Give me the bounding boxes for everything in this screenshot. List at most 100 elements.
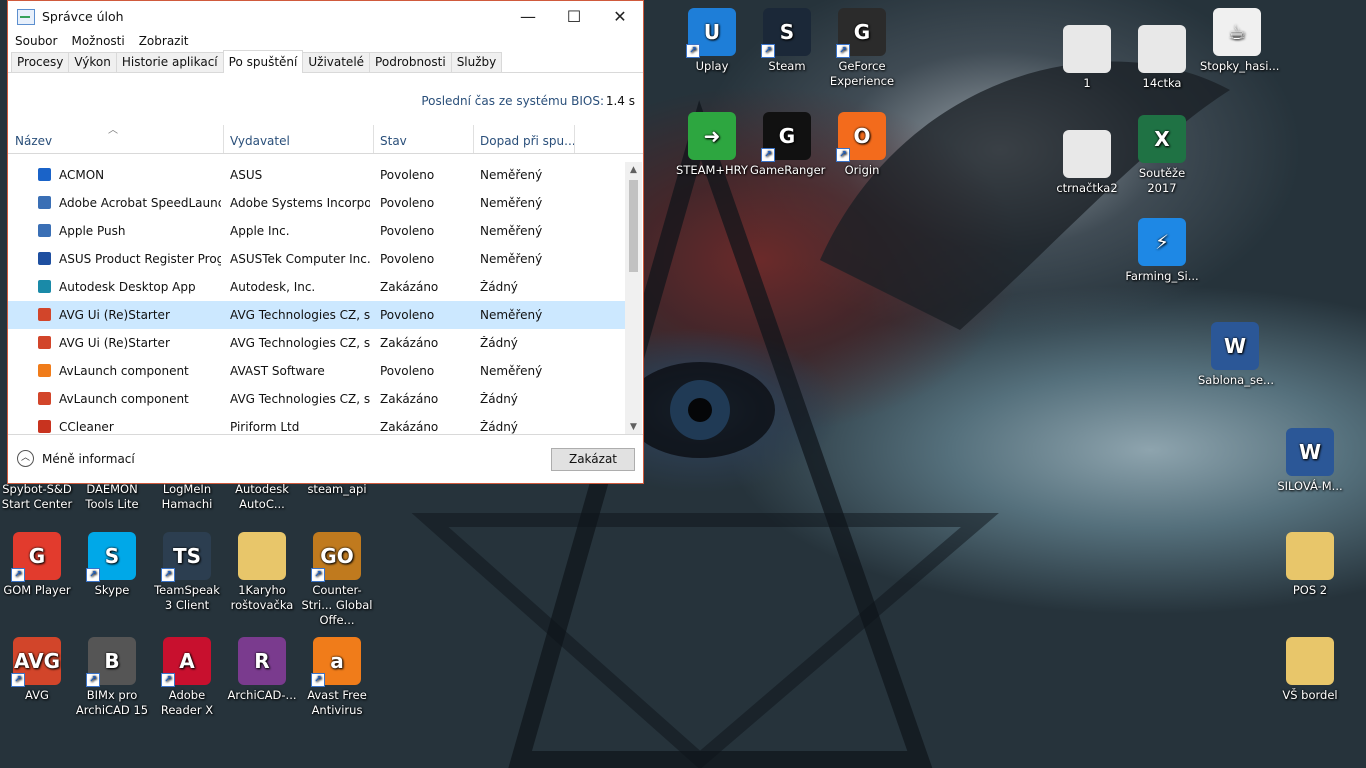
desktop-icon[interactable]: 1 [1050, 25, 1124, 91]
java-icon: ☕ [1213, 8, 1261, 56]
window-app-icon [38, 224, 51, 237]
tab-details[interactable]: Podrobnosti [369, 52, 452, 72]
desktop-icon[interactable]: G ↗ GeForce Experience [825, 8, 899, 89]
tab-performance[interactable]: Výkon [68, 52, 117, 72]
table-row[interactable]: AvLaunch component AVG Technologies CZ, s… [8, 385, 627, 413]
fewer-details-link[interactable]: ︿ Méně informací [17, 450, 135, 467]
desktop-icon-label: POS 2 [1292, 583, 1328, 597]
desktop-icon[interactable]: G ↗ GameRanger [750, 112, 826, 178]
column-divider[interactable] [473, 125, 474, 153]
scroll-down-icon[interactable]: ▼ [625, 419, 642, 435]
table-row[interactable]: ASUS Product Register Progr... ASUSTek Co… [8, 245, 627, 273]
table-row[interactable]: CCleaner Piriform Ltd Zakázáno Žádný [8, 413, 627, 435]
desktop-icon[interactable]: Autodesk AutoC... [225, 482, 299, 512]
minimize-button[interactable]: — [505, 1, 551, 32]
desktop-icon[interactable]: GO ↗ Counter-Stri... Global Offe... [300, 532, 374, 628]
desktop-icon[interactable]: W SILOVÁ-M... [1273, 428, 1347, 494]
table-row[interactable]: Apple Push Apple Inc. Povoleno Neměřený [8, 217, 627, 245]
column-divider[interactable] [223, 125, 224, 153]
desktop-icon[interactable]: Spybot-S&D Start Center [0, 482, 74, 512]
column-divider[interactable] [373, 125, 374, 153]
table-row[interactable]: AVG Ui (Re)Starter AVG Technologies CZ, s… [8, 329, 627, 357]
desktop-icon[interactable]: S ↗ Steam [750, 8, 824, 74]
table-row[interactable]: ACMON ASUS Povoleno Neměřený [8, 161, 627, 189]
bios-time-label: Poslední čas ze systému BIOS: [421, 94, 604, 108]
row-status: Zakázáno [380, 280, 439, 294]
desktop-icon[interactable]: TS ↗ TeamSpeak 3 Client [150, 532, 224, 613]
desktop-icon[interactable]: S ↗ Skype [75, 532, 149, 598]
origin-icon: O ↗ [836, 112, 886, 162]
desktop-icon[interactable]: U ↗ Uplay [675, 8, 749, 74]
menu-file[interactable]: Soubor [15, 34, 57, 48]
sort-ascending-icon: ︿ [108, 125, 118, 136]
avg-icon [38, 336, 51, 349]
shortcut-arrow-icon: ↗ [836, 148, 850, 162]
desktop-icon-label: steam_api [307, 482, 367, 496]
tab-users[interactable]: Uživatelé [302, 52, 371, 72]
row-impact: Žádný [480, 280, 518, 294]
gameranger-icon: G ↗ [761, 112, 811, 162]
tab-startup[interactable]: Po spuštění [222, 50, 304, 73]
row-publisher: AVG Technologies CZ, s.... [230, 308, 370, 322]
tab-app-history[interactable]: Historie aplikací [115, 52, 224, 72]
column-divider[interactable] [574, 125, 575, 153]
desktop-icon[interactable]: X Soutěže 2017 [1125, 115, 1199, 196]
desktop-icon[interactable]: ⚡ Farming_Si... [1125, 218, 1199, 284]
table-row[interactable]: AvLaunch component AVAST Software Povoleno… [8, 357, 627, 385]
vertical-scrollbar[interactable]: ▲ ▼ [625, 162, 642, 435]
desktop-icon[interactable]: POS 2 [1273, 532, 1347, 598]
desktop-icon[interactable]: ☕ Stopky_hasi... [1200, 8, 1279, 74]
table-row[interactable]: Autodesk Desktop App Autodesk, Inc. Zakázá… [8, 273, 627, 301]
shortcut-arrow-icon: ↗ [11, 673, 25, 687]
asus-icon [38, 252, 51, 265]
shortcut-arrow-icon: ↗ [836, 44, 850, 58]
title-bar[interactable]: Správce úloh — ☐ ✕ [8, 1, 643, 32]
desktop-icon[interactable]: R ArchiCAD-... [225, 637, 299, 703]
desktop-icon[interactable]: W Sablona_se... [1198, 322, 1274, 388]
desktop-icon-label: GameRanger [750, 163, 826, 177]
desktop-icon[interactable]: VŠ bordel [1273, 637, 1347, 703]
row-impact: Neměřený [480, 224, 543, 238]
desktop-icon-label: Spybot-S&D Start Center [1, 482, 73, 511]
desktop-icon[interactable]: LogMeIn Hamachi [150, 482, 224, 512]
tab-processes[interactable]: Procesy [11, 52, 70, 72]
desktop-icon[interactable]: a ↗ Avast Free Antivirus [300, 637, 374, 718]
row-impact: Žádný [480, 420, 518, 434]
desktop-icon-label: Autodesk AutoC... [235, 482, 289, 511]
column-publisher[interactable]: Vydavatel [230, 134, 290, 148]
row-status: Povoleno [380, 168, 435, 182]
desktop-icon-label: Skype [94, 583, 130, 597]
row-publisher: Piriform Ltd [230, 420, 300, 434]
desktop-icon[interactable]: ➜ STEAM+HRY [675, 112, 749, 178]
row-status: Zakázáno [380, 336, 439, 350]
desktop-icon[interactable]: O ↗ Origin [825, 112, 899, 178]
desktop-icon[interactable]: steam_api [300, 482, 374, 497]
menu-options[interactable]: Možnosti [71, 34, 124, 48]
desktop-icon[interactable]: AVG ↗ AVG [0, 637, 74, 703]
shortcut-arrow-icon: ↗ [686, 44, 700, 58]
table-row[interactable]: AVG Ui (Re)Starter AVG Technologies CZ, s… [8, 301, 627, 329]
desktop-icon[interactable]: DAEMON Tools Lite [75, 482, 149, 512]
shortcut-arrow-icon: ↗ [311, 673, 325, 687]
disable-button[interactable]: Zakázat [551, 448, 635, 471]
table-row[interactable]: Adobe Acrobat SpeedLaunc... Adobe Systems… [8, 189, 627, 217]
startup-list: ACMON ASUS Povoleno Neměřený Adobe Acrobat S… [8, 161, 627, 435]
column-status[interactable]: Stav [380, 134, 407, 148]
row-name: AVG Ui (Re)Starter [59, 336, 170, 350]
shortcut-arrow-icon: ↗ [761, 44, 775, 58]
scroll-thumb[interactable] [629, 180, 638, 272]
column-name[interactable]: Název [15, 134, 52, 148]
close-button[interactable]: ✕ [597, 1, 643, 32]
tab-services[interactable]: Služby [450, 52, 503, 72]
desktop-icon[interactable]: ctrnačtka2 [1050, 130, 1124, 196]
scroll-up-icon[interactable]: ▲ [625, 162, 642, 178]
row-publisher: AVG Technologies CZ, s.... [230, 336, 370, 350]
desktop-icon[interactable]: B ↗ BIMx pro ArchiCAD 15 [75, 637, 149, 718]
desktop-icon[interactable]: G ↗ GOM Player [0, 532, 74, 598]
desktop-icon[interactable]: 1Karyho roštovačka [225, 532, 299, 613]
maximize-button[interactable]: ☐ [551, 1, 597, 32]
column-impact[interactable]: Dopad při spu... [480, 134, 576, 148]
desktop-icon[interactable]: A ↗ Adobe Reader X [150, 637, 224, 718]
menu-view[interactable]: Zobrazit [139, 34, 189, 48]
desktop-icon[interactable]: 14ctka [1125, 25, 1199, 91]
